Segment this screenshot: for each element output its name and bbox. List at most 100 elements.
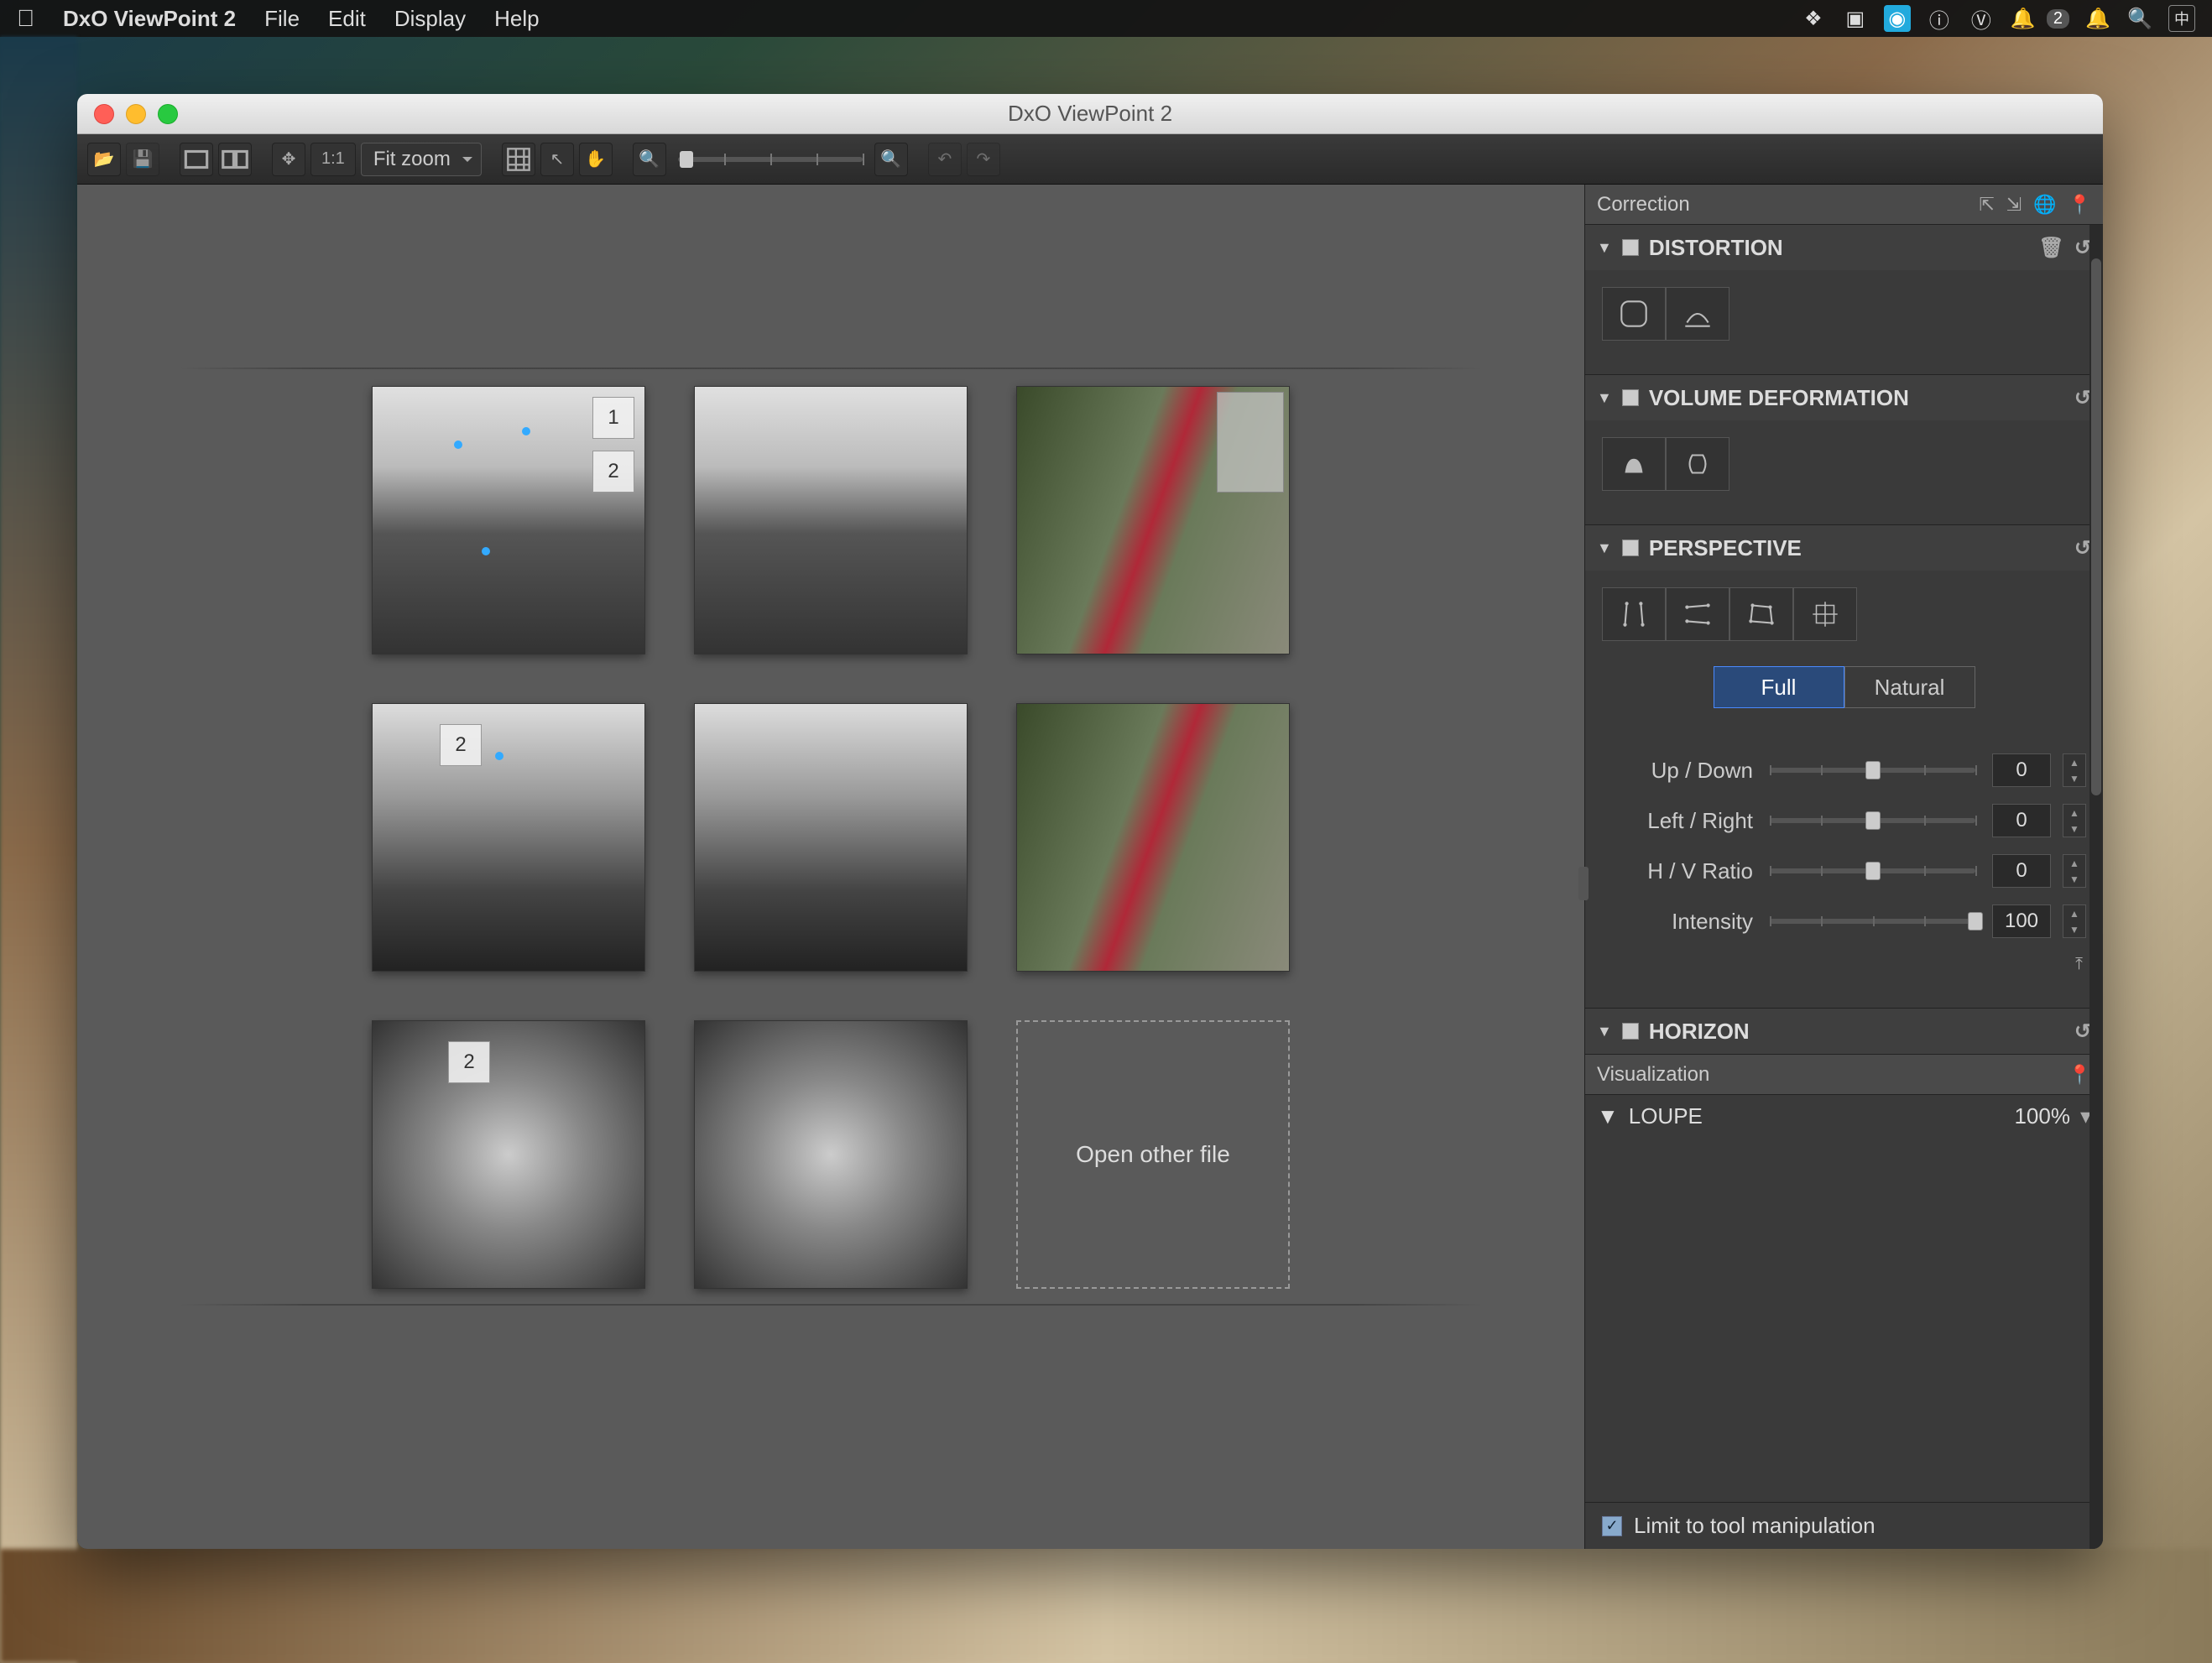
thumb-step-badge: 2	[592, 451, 634, 493]
open-other-file-cell[interactable]: Open other file	[1016, 1020, 1290, 1289]
section-header-horizon[interactable]: ▼ HORIZON ↺	[1585, 1009, 2103, 1054]
split-view-button[interactable]	[218, 143, 252, 176]
zoom-mode-select[interactable]: Fit zoom	[361, 143, 482, 176]
slider-value[interactable]: 0	[1992, 804, 2051, 837]
app-menu[interactable]: DxO ViewPoint 2	[63, 6, 236, 32]
move-tool-button[interactable]: ✥	[272, 143, 305, 176]
pin-icon[interactable]: 📍	[2069, 194, 2091, 216]
evernote-icon[interactable]: ❖	[1800, 5, 1827, 32]
export-icon[interactable]: ⇱	[1979, 194, 1994, 216]
volume-cylinder-button[interactable]	[1666, 437, 1729, 491]
slider-track[interactable]	[1770, 818, 1975, 823]
window-minimize-button[interactable]	[126, 104, 146, 124]
menu-edit[interactable]: Edit	[328, 6, 366, 32]
zoom-out-button[interactable]: 🔍	[633, 143, 666, 176]
perspective-horizontal-button[interactable]	[1666, 587, 1729, 641]
window-close-button[interactable]	[94, 104, 114, 124]
zoom-in-button[interactable]: 🔍	[874, 143, 908, 176]
correction-title: Correction	[1597, 193, 1690, 216]
spotlight-icon[interactable]: 🔍	[2126, 5, 2153, 32]
desktop-background	[0, 37, 77, 1663]
reset-icon[interactable]: ↺	[2074, 1019, 2091, 1044]
slider-value[interactable]: 100	[1992, 904, 2051, 938]
slider-updown: Up / Down 0 ▲▼	[1602, 753, 2086, 787]
section-header-distortion[interactable]: ▼ DISTORTION 🗑 ↺	[1585, 225, 2103, 270]
display-icon[interactable]: ▣	[1842, 5, 1869, 32]
window-titlebar[interactable]: DxO ViewPoint 2	[77, 94, 2103, 134]
reset-icon[interactable]: ↺	[2074, 236, 2091, 260]
perspective-vertical-button[interactable]	[1602, 587, 1666, 641]
pin-icon[interactable]: 📍	[2069, 1064, 2091, 1086]
sample-thumb[interactable]	[694, 1020, 968, 1289]
perspective-8point-button[interactable]	[1793, 587, 1857, 641]
section-title: VOLUME DEFORMATION	[1649, 385, 1909, 411]
value-stepper[interactable]: ▲▼	[2063, 854, 2086, 888]
import-icon[interactable]: ⇲	[2006, 194, 2022, 216]
value-stepper[interactable]: ▲▼	[2063, 753, 2086, 787]
info-icon[interactable]: ⓘ	[1926, 5, 1953, 32]
sidebar-scrollbar[interactable]	[2089, 225, 2103, 1549]
input-source-icon[interactable]: 中	[2168, 5, 2195, 32]
slider-track[interactable]	[1770, 868, 1975, 873]
collapse-section-icon[interactable]: ⤒	[2075, 955, 2083, 974]
limit-checkbox[interactable]: ✓	[1602, 1516, 1622, 1536]
sample-thumb[interactable]: 2	[372, 1020, 645, 1289]
section-horizon: ▼ HORIZON ↺	[1585, 1009, 2103, 1055]
undo-button[interactable]: ↶	[928, 143, 962, 176]
value-stepper[interactable]: ▲▼	[2063, 804, 2086, 837]
pointer-tool-button[interactable]: ↖	[540, 143, 574, 176]
globe-icon[interactable]: 🌐	[2033, 194, 2056, 216]
distortion-auto-button[interactable]	[1666, 287, 1729, 341]
slider-track[interactable]	[1770, 919, 1975, 924]
menu-display[interactable]: Display	[394, 6, 466, 32]
perspective-mode-natural[interactable]: Natural	[1844, 666, 1975, 708]
slider-value[interactable]: 0	[1992, 854, 2051, 888]
sample-thumb[interactable]: 1 2	[372, 386, 645, 654]
slider-track[interactable]	[1770, 768, 1975, 773]
grid-button[interactable]	[502, 143, 535, 176]
save-file-button[interactable]: 💾	[126, 143, 159, 176]
section-enable-checkbox[interactable]	[1622, 239, 1639, 256]
disclosure-icon[interactable]: ▼	[1597, 1103, 1619, 1129]
vpn-icon[interactable]: Ⓥ	[1968, 5, 1995, 32]
loupe-zoom-value[interactable]: 100%	[2014, 1103, 2070, 1129]
perspective-rectangle-button[interactable]	[1729, 587, 1793, 641]
sample-thumb[interactable]: 2	[372, 703, 645, 972]
window-zoom-button[interactable]	[158, 104, 178, 124]
open-file-button[interactable]: 📂	[87, 143, 121, 176]
menu-help[interactable]: Help	[494, 6, 539, 32]
sample-thumb[interactable]	[1016, 386, 1290, 654]
zoom-slider[interactable]	[678, 157, 863, 162]
perspective-mode-full[interactable]: Full	[1714, 666, 1844, 708]
volume-sphere-button[interactable]	[1602, 437, 1666, 491]
section-header-perspective[interactable]: ▼ PERSPECTIVE ↺	[1585, 525, 2103, 571]
app-tile-icon[interactable]: ◉	[1884, 5, 1911, 32]
section-enable-checkbox[interactable]	[1622, 389, 1639, 406]
distortion-barrel-button[interactable]	[1602, 287, 1666, 341]
loupe-title: LOUPE	[1629, 1103, 1703, 1129]
value-stepper[interactable]: ▲▼	[2063, 904, 2086, 938]
section-title: DISTORTION	[1649, 235, 1783, 261]
sample-thumb[interactable]	[1016, 703, 1290, 972]
section-enable-checkbox[interactable]	[1622, 540, 1639, 556]
sample-thumb[interactable]	[694, 386, 968, 654]
hand-tool-button[interactable]: ✋	[579, 143, 613, 176]
sample-thumb[interactable]	[694, 703, 968, 972]
notification-icon[interactable]: 🔔	[2010, 5, 2037, 32]
section-enable-checkbox[interactable]	[1622, 1023, 1639, 1040]
section-header-volume[interactable]: ▼ VOLUME DEFORMATION ↺	[1585, 375, 2103, 420]
zoom-1to1-button[interactable]: 1:1	[310, 143, 356, 176]
correction-panel-header: Correction ⇱ ⇲ 🌐 📍	[1585, 185, 2103, 225]
single-view-button[interactable]	[180, 143, 213, 176]
panel-resize-handle[interactable]	[1578, 867, 1589, 900]
reset-icon[interactable]: ↺	[2074, 536, 2091, 560]
slider-value[interactable]: 0	[1992, 753, 2051, 787]
bell-icon[interactable]: 🔔	[2084, 5, 2111, 32]
reset-icon[interactable]: ↺	[2074, 386, 2091, 410]
desktop-background	[0, 1549, 2212, 1663]
menu-file[interactable]: File	[264, 6, 300, 32]
trash-icon[interactable]: 🗑	[2038, 236, 2063, 260]
section-distortion: ▼ DISTORTION 🗑 ↺	[1585, 225, 2103, 375]
redo-button[interactable]: ↷	[967, 143, 1000, 176]
apple-menu-icon[interactable]: 	[17, 5, 34, 32]
